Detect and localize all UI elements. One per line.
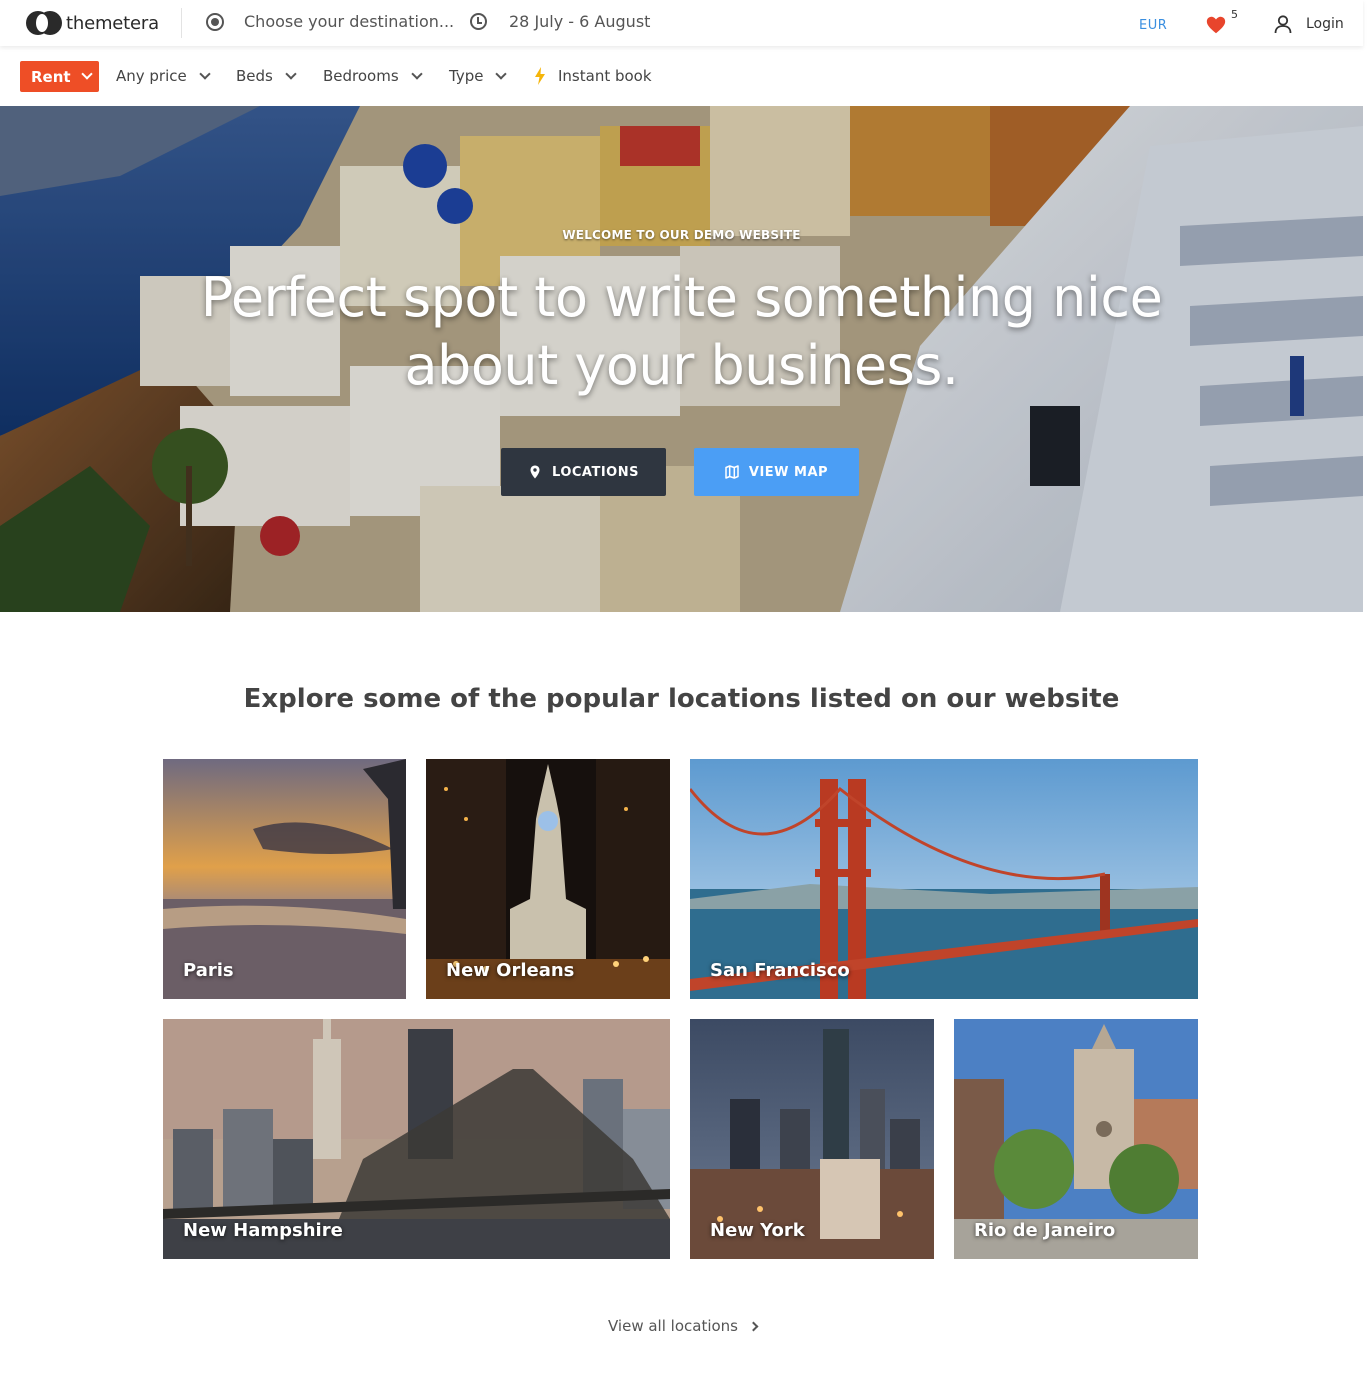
date-range-picker[interactable]: 28 July - 6 August bbox=[470, 12, 650, 31]
instant-book-label: Instant book bbox=[558, 67, 652, 85]
chevron-down-icon bbox=[495, 67, 508, 80]
hero-kicker: WELCOME TO OUR DEMO WEBSITE bbox=[562, 228, 801, 242]
map-pin-icon bbox=[530, 465, 540, 479]
location-tile-new-hampshire[interactable]: New Hampshire bbox=[163, 1019, 670, 1259]
location-tile-new-orleans[interactable]: New Orleans bbox=[426, 759, 670, 999]
filter-bar: Rent Any price Beds Bedrooms Type Instan… bbox=[0, 46, 1363, 106]
chevron-down-icon bbox=[80, 68, 93, 80]
view-all-locations-link[interactable]: View all locations bbox=[608, 1317, 759, 1335]
login-button[interactable]: Login bbox=[1273, 14, 1344, 34]
logo[interactable]: themetera bbox=[26, 11, 159, 35]
bedrooms-filter[interactable]: Bedrooms bbox=[323, 67, 423, 85]
view-all-label: View all locations bbox=[608, 1317, 738, 1335]
chevron-down-icon bbox=[285, 67, 297, 80]
chevron-down-icon bbox=[199, 67, 211, 80]
target-icon bbox=[206, 12, 224, 31]
logo-text: themetera bbox=[66, 12, 159, 34]
user-icon bbox=[1274, 15, 1292, 34]
destination-search[interactable]: Choose your destination... bbox=[206, 12, 454, 31]
location-name: Paris bbox=[183, 960, 234, 981]
type-filter[interactable]: Type bbox=[449, 67, 508, 85]
date-range-text[interactable]: 28 July - 6 August bbox=[509, 12, 650, 31]
locations-button-label: LOCATIONS bbox=[552, 464, 639, 480]
location-name: New York bbox=[710, 1220, 805, 1241]
location-tile-paris[interactable]: Paris bbox=[163, 759, 406, 999]
location-tile-san-francisco[interactable]: San Francisco bbox=[690, 759, 1198, 999]
location-name: New Orleans bbox=[446, 960, 575, 981]
price-filter[interactable]: Any price bbox=[116, 67, 211, 85]
location-name: San Francisco bbox=[710, 960, 850, 981]
destination-placeholder[interactable]: Choose your destination... bbox=[244, 12, 454, 31]
locations-section-title: Explore some of the popular locations li… bbox=[243, 684, 1120, 714]
type-filter-label: Type bbox=[449, 67, 484, 85]
view-map-button-label: VIEW MAP bbox=[748, 464, 829, 480]
rent-label: Rent bbox=[31, 67, 71, 86]
view-map-button[interactable]: VIEW MAP bbox=[694, 448, 859, 496]
location-name: Rio de Janeiro bbox=[974, 1220, 1116, 1241]
location-tile-rio-de-janeiro[interactable]: Rio de Janeiro bbox=[954, 1019, 1198, 1259]
beds-filter-label: Beds bbox=[236, 67, 273, 85]
hero-title: Perfect spot to write something nice abo… bbox=[200, 266, 1163, 397]
lightning-icon bbox=[535, 67, 545, 85]
chevron-down-icon bbox=[411, 67, 423, 80]
top-bar: themetera Choose your destination... 28 … bbox=[0, 0, 1363, 46]
divider bbox=[181, 8, 182, 38]
logo-mark-icon bbox=[26, 11, 62, 35]
beds-filter[interactable]: Beds bbox=[236, 67, 297, 85]
favorites-count-badge: 5 bbox=[1231, 8, 1238, 21]
instant-book-filter[interactable]: Instant book bbox=[534, 67, 652, 85]
currency-selector[interactable]: EUR bbox=[1139, 18, 1167, 33]
location-tile-new-york[interactable]: New York bbox=[690, 1019, 934, 1259]
rent-dropdown[interactable]: Rent bbox=[20, 61, 99, 92]
heart-icon[interactable] bbox=[1205, 14, 1227, 36]
location-name: New Hampshire bbox=[183, 1220, 343, 1241]
login-label: Login bbox=[1306, 16, 1344, 32]
bedrooms-filter-label: Bedrooms bbox=[323, 67, 399, 85]
locations-button[interactable]: LOCATIONS bbox=[501, 448, 666, 496]
clock-icon bbox=[470, 13, 487, 30]
chevron-right-icon bbox=[748, 1321, 759, 1331]
hero-banner: WELCOME TO OUR DEMO WEBSITE Perfect spot… bbox=[0, 106, 1363, 612]
price-filter-label: Any price bbox=[116, 67, 187, 85]
map-icon bbox=[725, 465, 739, 479]
